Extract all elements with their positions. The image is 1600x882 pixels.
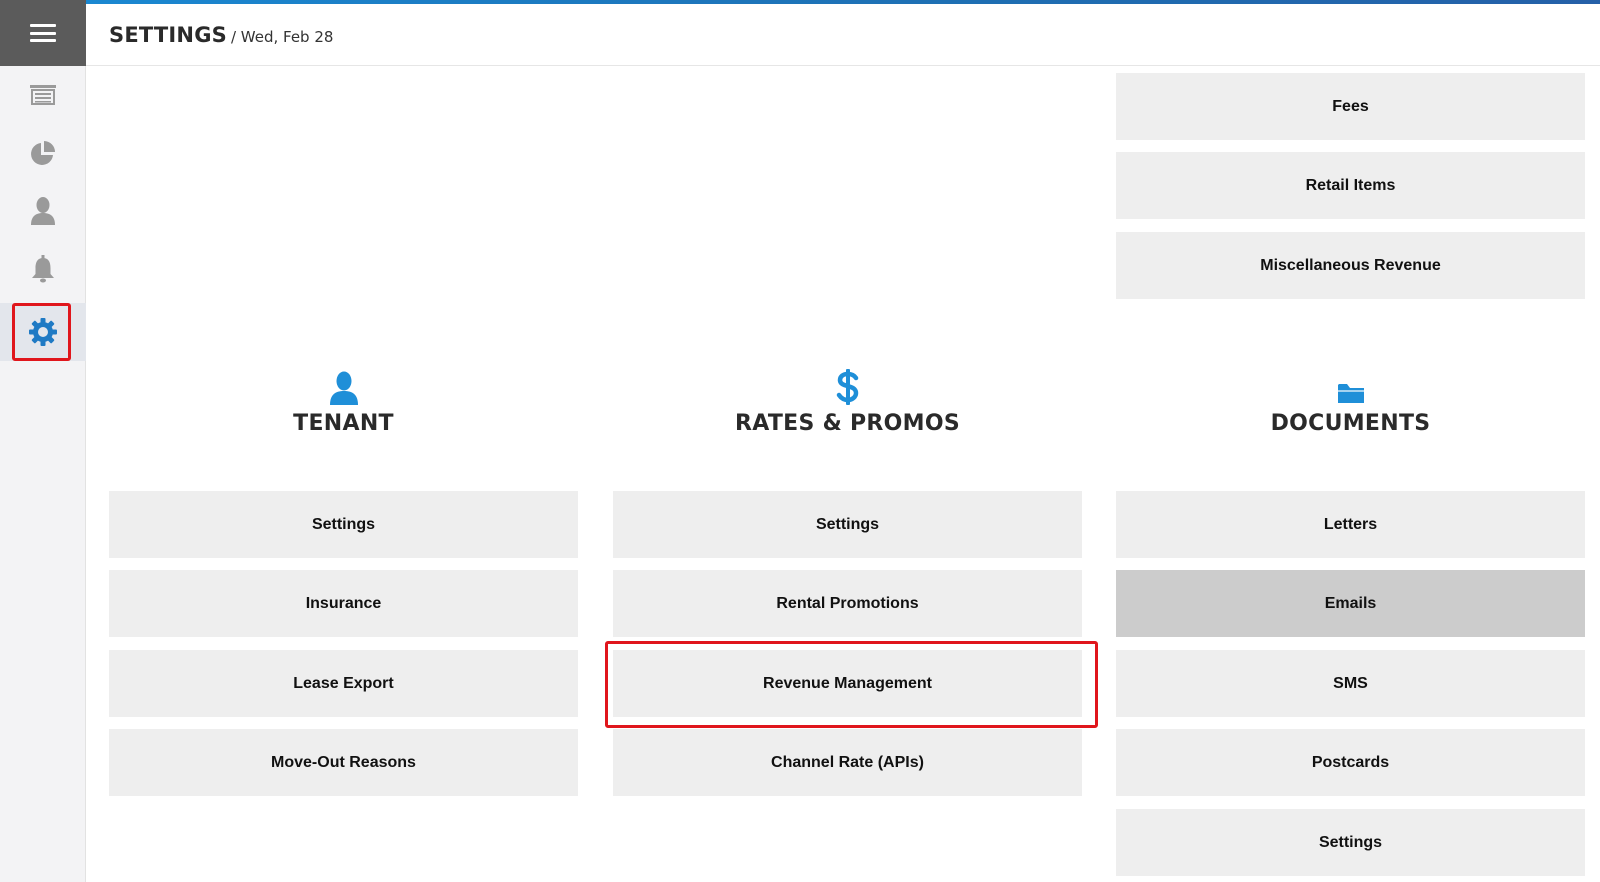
- tenant-section-title: TENANT: [293, 411, 394, 436]
- menu-icon: [30, 24, 56, 42]
- documents-section-header: DOCUMENTS: [1116, 365, 1585, 436]
- fees-button[interactable]: Fees: [1116, 73, 1585, 140]
- pie-chart-icon: [31, 141, 55, 165]
- bell-icon: [32, 255, 54, 283]
- list-icon: [30, 85, 56, 105]
- rental-promotions-button[interactable]: Rental Promotions: [613, 570, 1082, 637]
- tenant-insurance-button[interactable]: Insurance: [109, 570, 578, 637]
- sidebar: [0, 0, 86, 882]
- tenant-settings-button[interactable]: Settings: [109, 491, 578, 558]
- page-date: / Wed, Feb 28: [230, 27, 334, 46]
- folder-icon: [1337, 384, 1364, 403]
- settings-highlight-box: [12, 303, 71, 361]
- documents-settings-button[interactable]: Settings: [1116, 809, 1585, 876]
- rates-promos-section-title: RATES & PROMOS: [734, 411, 961, 436]
- rates-promos-section-header: RATES & PROMOS: [613, 365, 1082, 436]
- user-icon: [31, 197, 55, 225]
- menu-button[interactable]: [0, 0, 86, 66]
- channel-rate-apis-button[interactable]: Channel Rate (APIs): [613, 729, 1082, 796]
- letters-button[interactable]: Letters: [1116, 491, 1585, 558]
- page-header: SETTINGS / Wed, Feb 28: [86, 4, 1600, 66]
- retail-items-button[interactable]: Retail Items: [1116, 152, 1585, 219]
- tenant-lease-export-button[interactable]: Lease Export: [109, 650, 578, 717]
- sidebar-item-reports[interactable]: [0, 124, 86, 182]
- rates-settings-button[interactable]: Settings: [613, 491, 1082, 558]
- sms-button[interactable]: SMS: [1116, 650, 1585, 717]
- sidebar-item-tenants[interactable]: [0, 182, 86, 240]
- page-title: SETTINGS: [109, 22, 227, 47]
- emails-button[interactable]: Emails: [1116, 570, 1585, 637]
- documents-section-title: DOCUMENTS: [1270, 411, 1431, 436]
- miscellaneous-revenue-button[interactable]: Miscellaneous Revenue: [1116, 232, 1585, 299]
- tenant-section-header: TENANT: [109, 365, 578, 436]
- sidebar-item-units[interactable]: [0, 66, 86, 124]
- tenant-move-out-reasons-button[interactable]: Move-Out Reasons: [109, 729, 578, 796]
- dollar-icon: [836, 369, 858, 405]
- sidebar-item-notifications[interactable]: [0, 240, 86, 298]
- user-icon: [329, 371, 358, 405]
- revenue-management-button[interactable]: Revenue Management: [613, 650, 1082, 717]
- postcards-button[interactable]: Postcards: [1116, 729, 1585, 796]
